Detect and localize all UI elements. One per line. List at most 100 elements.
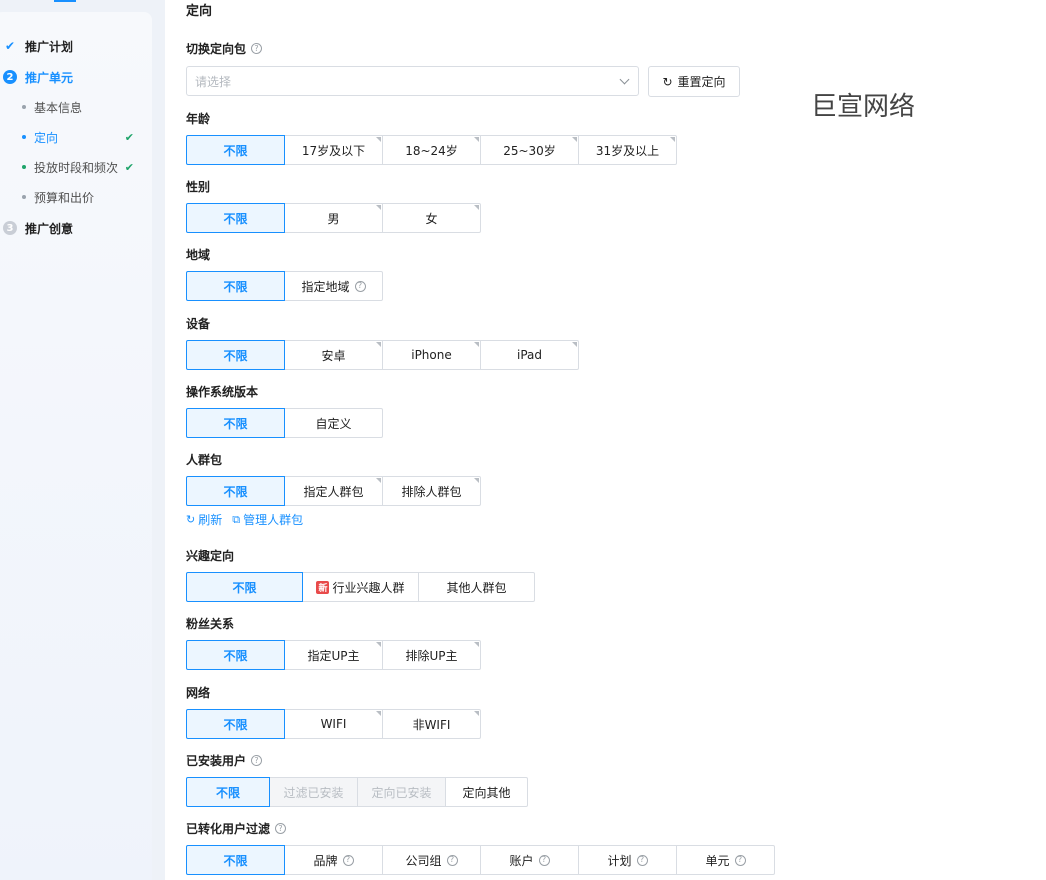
corner-mark-icon (474, 137, 479, 142)
section-title: 定向 (186, 4, 213, 19)
crowd-option[interactable]: 排除人群包 (382, 476, 481, 506)
network-option[interactable]: 不限 (186, 709, 285, 739)
interest-option[interactable]: 其他人群包 (418, 572, 535, 602)
gender-option[interactable]: 男 (284, 203, 383, 233)
installed-options: 不限 过滤已安装 定向已安装 定向其他 (186, 777, 528, 807)
converted-option-label: 账户 (509, 853, 534, 868)
network-label: 网络 (186, 686, 211, 700)
converted-option-label: 公司组 (405, 853, 442, 868)
manage-crowd-link[interactable]: ⧉ 管理人群包 (232, 511, 303, 528)
network-option[interactable]: WIFI (284, 709, 383, 739)
age-option-label: 25~30岁 (503, 143, 556, 158)
device-option[interactable]: iPad (480, 340, 579, 370)
age-option[interactable]: 31岁及以上 (578, 135, 677, 165)
fans-label: 粉丝关系 (186, 617, 235, 631)
age-option[interactable]: 不限 (186, 135, 285, 165)
gender-option[interactable]: 女 (382, 203, 481, 233)
gender-options: 不限 男 女 (186, 203, 481, 233)
nav-step-plan[interactable]: ✔ 推广计划 (0, 36, 73, 56)
refresh-icon: ↻ (186, 513, 196, 526)
help-icon[interactable]: ? (734, 854, 746, 866)
crowd-option[interactable]: 指定人群包 (284, 476, 383, 506)
dot-icon (22, 195, 26, 199)
corner-mark-icon (376, 137, 381, 142)
nav-sub-basic-info[interactable]: 基本信息 (22, 97, 134, 117)
device-option[interactable]: 不限 (186, 340, 285, 370)
os-version-option[interactable]: 自定义 (284, 408, 383, 438)
nav-sub-schedule[interactable]: 投放时段和频次 ✔ (22, 157, 134, 177)
converted-label: 已转化用户过滤 ? (186, 820, 287, 837)
help-icon[interactable]: ? (354, 280, 366, 292)
help-icon[interactable]: ? (446, 854, 458, 866)
help-icon[interactable]: ? (275, 823, 287, 834)
fans-option[interactable]: 排除UP主 (382, 640, 481, 670)
os-version-option[interactable]: 不限 (186, 408, 285, 438)
converted-option[interactable]: 品牌? (284, 845, 383, 875)
reset-targeting-button[interactable]: ↻ 重置定向 (648, 66, 740, 97)
package-select[interactable]: 请选择 (186, 66, 639, 96)
nav-sub-targeting[interactable]: 定向 ✔ (22, 127, 134, 147)
crowd-option-label: 排除人群包 (401, 484, 462, 499)
network-option[interactable]: 非WIFI (382, 709, 481, 739)
device-label: 设备 (186, 317, 211, 331)
help-icon[interactable]: ? (342, 854, 354, 866)
converted-options: 不限 品牌? 公司组? 账户? 计划? 单元? (186, 845, 775, 875)
nav-step-creative[interactable]: 3 推广创意 (0, 218, 73, 238)
step-number: 3 (3, 221, 17, 235)
help-icon[interactable]: ? (251, 43, 263, 54)
converted-option[interactable]: 单元? (676, 845, 775, 875)
help-icon[interactable]: ? (251, 755, 263, 766)
reset-label: 重置定向 (677, 75, 726, 89)
os-version-options: 不限 自定义 (186, 408, 383, 438)
installed-option[interactable]: 不限 (186, 777, 270, 807)
converted-option[interactable]: 不限 (186, 845, 285, 875)
age-option[interactable]: 18~24岁 (382, 135, 481, 165)
device-option[interactable]: iPhone (382, 340, 481, 370)
device-option-label: iPhone (411, 348, 452, 362)
gender-option-label: 男 (327, 211, 340, 226)
corner-mark-icon (670, 137, 675, 142)
gender-label: 性别 (186, 180, 211, 194)
region-option[interactable]: 不限 (186, 271, 285, 301)
age-option[interactable]: 17岁及以下 (284, 135, 383, 165)
help-icon[interactable]: ? (538, 854, 550, 866)
dot-icon (22, 105, 26, 109)
corner-mark-icon (376, 711, 381, 716)
converted-option[interactable]: 计划? (578, 845, 677, 875)
corner-mark-icon (376, 478, 381, 483)
age-option-label: 17岁及以下 (301, 143, 366, 158)
external-link-icon: ⧉ (232, 512, 241, 526)
step-number: 2 (3, 70, 17, 84)
nav-step-unit[interactable]: 2 推广单元 (0, 67, 73, 87)
device-option[interactable]: 安卓 (284, 340, 383, 370)
device-option-label: 安卓 (321, 348, 346, 363)
os-version-label: 操作系统版本 (186, 385, 259, 399)
fans-option[interactable]: 不限 (186, 640, 285, 670)
region-label: 地域 (186, 248, 211, 262)
gender-option-label: 女 (425, 211, 438, 226)
package-label: 切换定向包 ? (186, 40, 263, 57)
nav-sub-budget[interactable]: 预算和出价 (22, 187, 134, 207)
region-option[interactable]: 指定地域? (284, 271, 383, 301)
check-icon: ✔ (4, 39, 16, 53)
corner-mark-icon (376, 642, 381, 647)
nav-step-label: 推广计划 (25, 39, 74, 54)
nav-step-label: 推广单元 (25, 70, 74, 85)
age-option-label: 31岁及以上 (595, 143, 660, 158)
nav-sub-label: 预算和出价 (34, 190, 95, 205)
installed-option[interactable]: 定向已安装 (357, 777, 446, 807)
refresh-link[interactable]: ↻ 刷新 (186, 511, 222, 528)
installed-option[interactable]: 定向其他 (445, 777, 528, 807)
dot-icon (22, 135, 26, 139)
interest-option[interactable]: 不限 (186, 572, 303, 602)
converted-option[interactable]: 公司组? (382, 845, 481, 875)
interest-option[interactable]: 新行业兴趣人群 (302, 572, 419, 602)
chevron-down-icon (619, 74, 630, 85)
help-icon[interactable]: ? (636, 854, 648, 866)
age-option[interactable]: 25~30岁 (480, 135, 579, 165)
crowd-option[interactable]: 不限 (186, 476, 285, 506)
fans-option[interactable]: 指定UP主 (284, 640, 383, 670)
gender-option[interactable]: 不限 (186, 203, 285, 233)
installed-option[interactable]: 过滤已安装 (269, 777, 358, 807)
converted-option[interactable]: 账户? (480, 845, 579, 875)
